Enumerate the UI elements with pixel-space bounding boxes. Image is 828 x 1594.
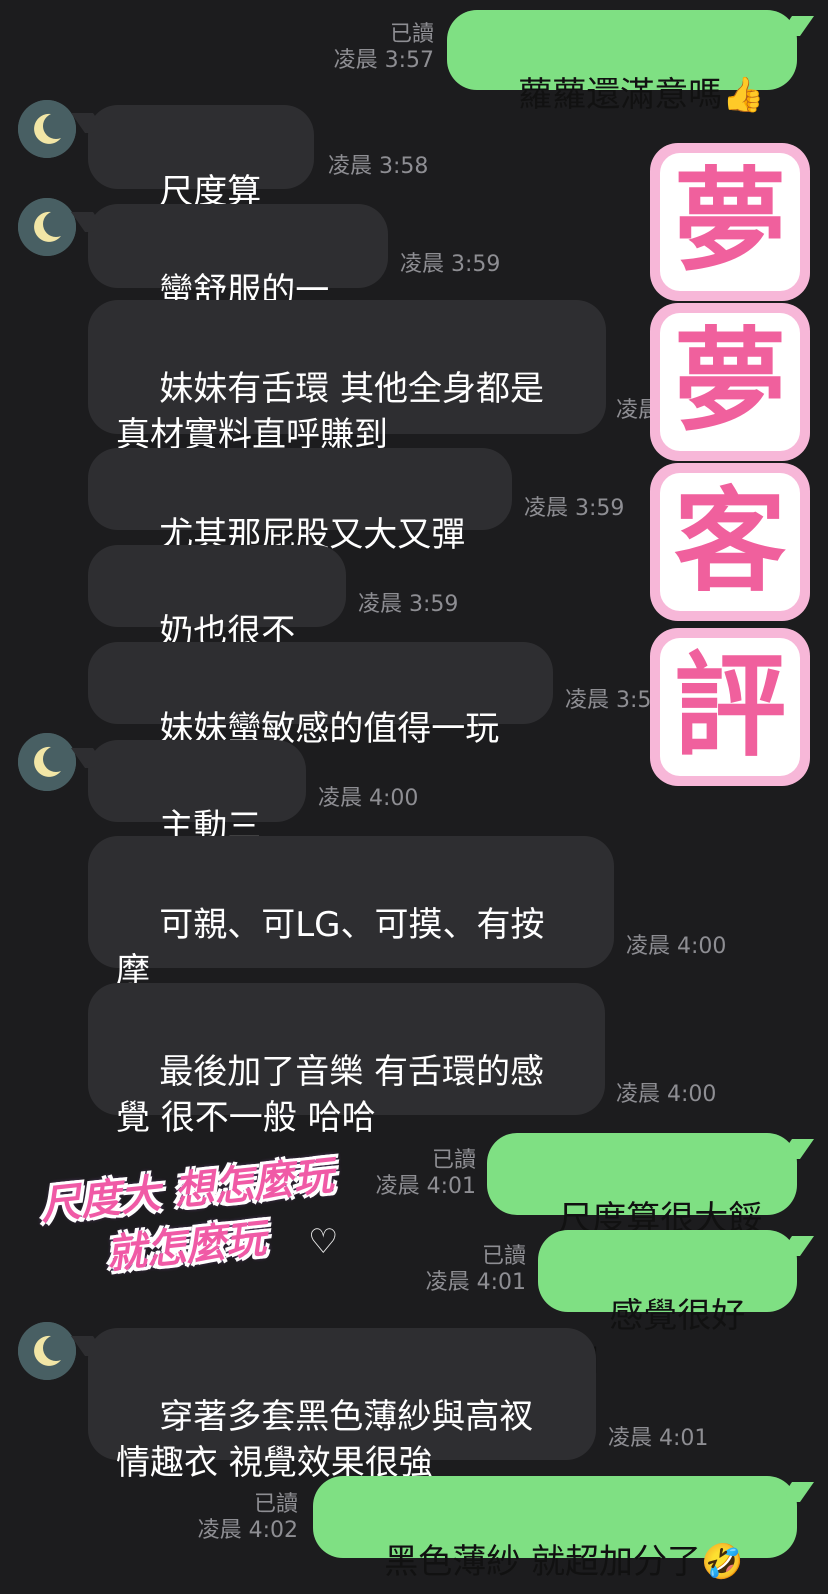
stamp-tile: 夢 xyxy=(650,303,810,461)
sticker-caption-line2: 就怎麼玩 xyxy=(104,1215,268,1279)
message-timestamp: 凌晨 3:58 xyxy=(328,154,429,179)
stamp-character: 評 xyxy=(660,638,800,776)
stamp-tile: 夢 xyxy=(650,143,810,301)
incoming-message-bubble[interactable]: 穿著多套黑色薄紗與高衩 情趣衣 視覺效果很強 xyxy=(88,1328,596,1483)
message-timestamp: 凌晨 3:59 xyxy=(400,252,501,277)
outgoing-message-bubble[interactable]: 尺度算很大餒 xyxy=(487,1133,797,1239)
stamp-character: 客 xyxy=(660,473,800,611)
message-timestamp: 凌晨 4:00 xyxy=(626,934,727,959)
message-text: 穿著多套黑色薄紗與高衩 情趣衣 視覺效果很強 xyxy=(116,1397,534,1483)
stamp-tile: 客 xyxy=(650,463,810,621)
outgoing-message-bubble[interactable]: 蘿蘿還滿意嗎👍 xyxy=(447,10,797,115)
crescent-moon-icon[interactable] xyxy=(18,1322,76,1380)
outgoing-message-bubble[interactable]: 感覺很好用 xyxy=(538,1230,797,1382)
outgoing-message-bubble[interactable]: 黑色薄紗 就超加分了🤣 xyxy=(313,1476,797,1582)
sticker-caption-line1: 尺度大 想怎麼玩 xyxy=(38,1152,336,1230)
incoming-message-bubble[interactable]: 可親、可LG、可摸、有按 摩 xyxy=(88,836,614,991)
message-timestamp: 凌晨 3:59 xyxy=(358,592,459,617)
incoming-message-bubble[interactable]: 妹妹蠻敏感的值得一玩 xyxy=(88,642,553,749)
stamp-character: 夢 xyxy=(660,153,800,291)
heart-icon: ♡ xyxy=(308,1222,339,1262)
crescent-moon-icon[interactable] xyxy=(18,733,76,791)
message-timestamp: 凌晨 3:59 xyxy=(524,496,625,521)
incoming-message-bubble[interactable]: 尤其那屁股又大又彈 xyxy=(88,448,512,555)
incoming-message-bubble[interactable]: 尺度算大 xyxy=(88,105,314,258)
crescent-moon-icon[interactable] xyxy=(18,198,76,256)
read-receipt: 已讀 凌晨 3:57 xyxy=(333,22,434,73)
crescent-moon-icon[interactable] xyxy=(18,100,76,158)
incoming-message-bubble[interactable]: 主動三光 xyxy=(88,740,306,893)
incoming-message-bubble[interactable]: 蠻舒服的一台 xyxy=(88,204,388,357)
read-receipt: 已讀 凌晨 4:01 xyxy=(375,1148,476,1199)
chat-view: 已讀 凌晨 3:57 蘿蘿還滿意嗎👍 尺度算大 凌晨 3:58 蠻舒服的一台 凌… xyxy=(0,0,828,1594)
message-timestamp: 凌晨 4:00 xyxy=(318,786,419,811)
message-text: 蘿蘿還滿意嗎👍 xyxy=(518,75,765,115)
incoming-message-bubble[interactable]: 妹妹有舌環 其他全身都是 真材實料直呼賺到 xyxy=(88,300,606,455)
stamp-tile: 評 xyxy=(650,628,810,786)
read-receipt: 已讀 凌晨 4:01 xyxy=(425,1244,526,1295)
message-timestamp: 凌晨 4:00 xyxy=(616,1082,717,1107)
message-text: 最後加了音樂 有舌環的感 覺 很不一般 哈哈 xyxy=(116,1052,545,1138)
message-timestamp: 凌晨 4:01 xyxy=(608,1426,709,1451)
incoming-message-bubble[interactable]: 最後加了音樂 有舌環的感 覺 很不一般 哈哈 xyxy=(88,983,605,1138)
stamp-character: 夢 xyxy=(660,313,800,451)
incoming-message-bubble[interactable]: 奶也很不錯 xyxy=(88,545,346,698)
message-text: 可親、可LG、可摸、有按 摩 xyxy=(116,905,545,991)
message-text: 黑色薄紗 就超加分了🤣 xyxy=(384,1542,744,1582)
read-receipt: 已讀 凌晨 4:02 xyxy=(197,1492,298,1543)
message-text: 妹妹有舌環 其他全身都是 真材實料直呼賺到 xyxy=(116,369,545,455)
